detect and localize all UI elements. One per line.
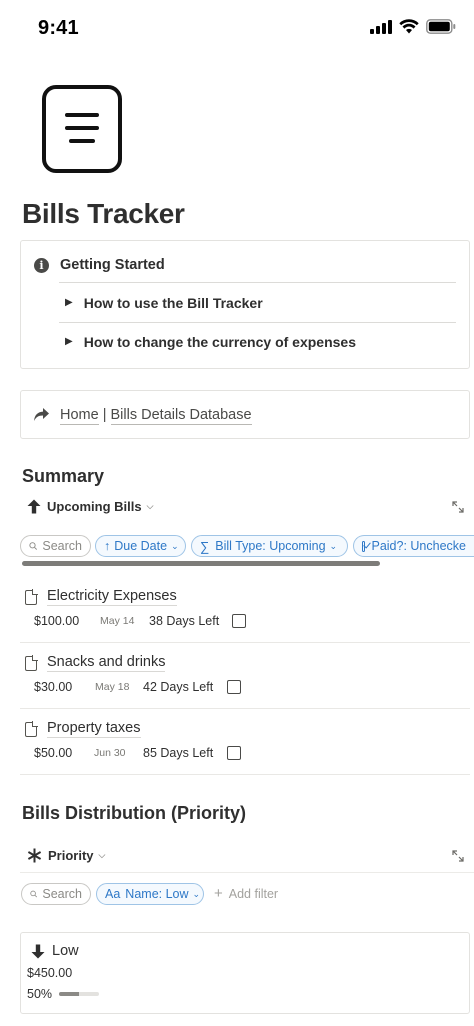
- bill-card-title[interactable]: Property taxes: [25, 720, 141, 738]
- add-filter-button[interactable]: + Add filter: [214, 886, 278, 901]
- document-icon: [25, 654, 38, 671]
- cellular-signal-icon: [370, 19, 392, 34]
- toggle-triangle-icon[interactable]: ▶: [65, 297, 73, 308]
- toggle-triangle-icon[interactable]: ▶: [65, 336, 73, 347]
- bill-title: Electricity Expenses: [47, 588, 177, 606]
- group-header: Low: [31, 943, 79, 959]
- battery-icon: [426, 19, 456, 34]
- bill-type-label: Bill Type: Upcoming: [215, 539, 326, 553]
- sort-label: Due Date: [114, 539, 168, 553]
- progress-bar: [59, 992, 100, 996]
- share-arrow-icon: [34, 408, 49, 421]
- paid-checkbox[interactable]: [227, 680, 241, 694]
- breadcrumb: Home | Bills Details Database: [60, 407, 252, 425]
- bill-due-date: Jun 30: [94, 747, 126, 759]
- plus-icon: +: [214, 885, 223, 902]
- search-icon: [30, 890, 38, 898]
- checkbox-icon: [362, 540, 371, 552]
- progress-label: 50%: [27, 987, 53, 1001]
- arrow-up-icon: [27, 499, 41, 514]
- bill-title: Snacks and drinks: [47, 654, 166, 672]
- bill-amount: $30.00: [34, 680, 73, 694]
- distribution-heading: Bills Distribution (Priority): [22, 803, 247, 823]
- bill-amount: $100.00: [34, 614, 80, 628]
- breadcrumb-home-link[interactable]: Home: [60, 407, 99, 425]
- breadcrumb-box: Home | Bills Details Database: [20, 390, 470, 439]
- group-progress: 50%: [27, 987, 100, 1001]
- view-selector-priority[interactable]: Priority ⌵: [27, 848, 105, 863]
- asterisk-icon: [27, 848, 42, 863]
- status-icons: [370, 19, 456, 34]
- sort-due-date-pill[interactable]: ↑ Due Date ⌄: [95, 535, 186, 557]
- getting-started-callout: i Getting Started ▶ How to use the Bill …: [20, 240, 470, 369]
- bill-card-title[interactable]: Snacks and drinks: [25, 654, 166, 672]
- horizontal-scrollbar[interactable]: [22, 561, 380, 566]
- bill-card-title[interactable]: Electricity Expenses: [25, 588, 177, 606]
- paid-label: Paid?: Unchecke: [371, 539, 466, 553]
- expand-icon[interactable]: [452, 850, 464, 862]
- view-divider: [20, 872, 474, 873]
- progress-fill: [59, 992, 80, 996]
- priority-group-card[interactable]: Low $450.00 50%: [20, 932, 470, 1014]
- toggle-how-to-use[interactable]: ▶ How to use the Bill Tracker: [65, 295, 263, 311]
- document-icon: [25, 720, 38, 737]
- chevron-down-icon: ⌵: [146, 501, 154, 511]
- paid-filter-pill[interactable]: Paid?: Unchecke: [353, 535, 474, 557]
- group-name: Low: [52, 943, 79, 959]
- toggle-change-currency[interactable]: ▶ How to change the currency of expenses: [65, 334, 356, 350]
- chevron-down-icon: ⌄: [192, 888, 201, 899]
- status-time: 9:41: [38, 17, 79, 39]
- chevron-down-icon: ⌄: [329, 540, 338, 551]
- bill-amount: $50.00: [34, 746, 73, 760]
- bill-title: Property taxes: [47, 720, 141, 738]
- callout-divider: [59, 282, 456, 283]
- wifi-icon: [399, 19, 419, 34]
- row-divider: [20, 708, 470, 709]
- toggle-label: How to change the currency of expenses: [83, 334, 356, 350]
- name-filter-label: Name: Low: [125, 887, 189, 901]
- row-divider: [20, 774, 470, 775]
- document-icon: [25, 588, 38, 605]
- info-icon: i: [34, 258, 49, 273]
- search-filter[interactable]: Search: [21, 883, 91, 905]
- sigma-icon: ∑: [200, 538, 210, 554]
- callout-divider: [59, 322, 456, 323]
- bill-card-meta: $30.00 May 18 42 Days Left: [34, 680, 241, 694]
- view-selector-upcoming[interactable]: Upcoming Bills ⌵: [27, 499, 153, 514]
- bill-days-left: 42 Days Left: [143, 680, 214, 694]
- chevron-down-icon: ⌵: [98, 850, 106, 860]
- page-title[interactable]: Bills Tracker: [22, 198, 185, 230]
- name-filter-pill[interactable]: Aa Name: Low ⌄: [96, 883, 204, 905]
- add-filter-label: Add filter: [228, 886, 279, 901]
- text-property-icon: Aa: [105, 887, 121, 901]
- group-amount: $450.00: [27, 966, 73, 980]
- bill-card-meta: $100.00 May 14 38 Days Left: [34, 614, 246, 628]
- bill-card-meta: $50.00 Jun 30 85 Days Left: [34, 746, 241, 760]
- search-label: Search: [42, 539, 82, 553]
- view-name: Upcoming Bills: [47, 499, 142, 514]
- bill-days-left: 85 Days Left: [143, 746, 214, 760]
- breadcrumb-database-link[interactable]: Bills Details Database: [110, 407, 252, 425]
- search-icon: [29, 542, 38, 550]
- expand-icon[interactable]: [452, 501, 464, 513]
- chevron-down-icon: ⌄: [171, 540, 179, 551]
- search-filter[interactable]: Search: [20, 535, 91, 557]
- summary-heading: Summary: [22, 466, 105, 486]
- search-label: Search: [42, 887, 82, 901]
- toggle-label: How to use the Bill Tracker: [83, 295, 263, 311]
- paid-checkbox[interactable]: [227, 746, 241, 760]
- menu-lines-icon[interactable]: [42, 85, 122, 173]
- callout-title: Getting Started: [60, 257, 165, 273]
- bill-type-filter-pill[interactable]: ∑ Bill Type: Upcoming ⌄: [191, 535, 348, 557]
- sort-arrow-up-icon: ↑: [104, 539, 111, 553]
- paid-checkbox[interactable]: [232, 614, 246, 628]
- bill-due-date: May 14: [100, 615, 135, 627]
- arrow-down-icon: [31, 944, 45, 958]
- row-divider: [20, 642, 470, 643]
- breadcrumb-separator: |: [98, 407, 111, 423]
- view-name: Priority: [48, 848, 94, 863]
- bill-days-left: 38 Days Left: [149, 614, 220, 628]
- bill-due-date: May 18: [95, 681, 130, 693]
